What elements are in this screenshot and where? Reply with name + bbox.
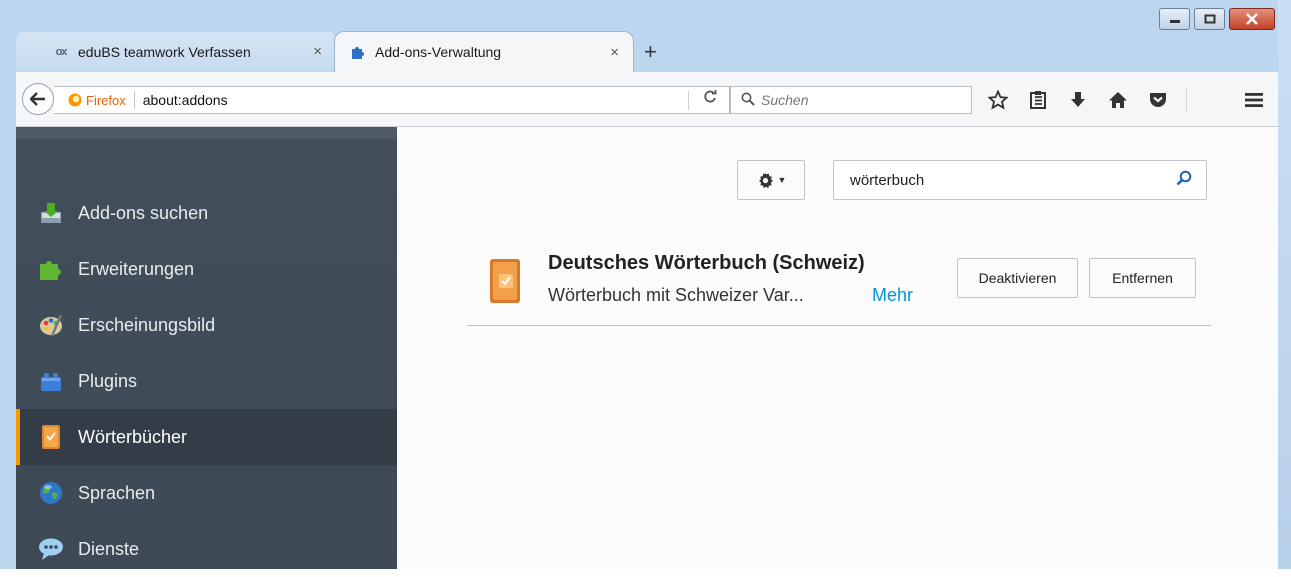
tools-menu-button[interactable]: ▼ <box>737 160 805 200</box>
search-input[interactable]: Suchen <box>730 86 972 114</box>
reload-button[interactable] <box>703 90 717 108</box>
identity-box[interactable]: Firefox <box>68 91 143 109</box>
sidebar-item-plugins[interactable]: Plugins <box>16 353 397 409</box>
identity-separator <box>133 91 135 109</box>
chat-bubble-icon <box>38 536 64 562</box>
sidebar-item-label: Wörterbücher <box>78 426 188 447</box>
dictionary-icon <box>38 424 64 450</box>
ox-logo-text: ox <box>55 45 68 58</box>
more-link[interactable]: Mehr <box>872 285 913 306</box>
get-addons-icon <box>38 200 64 226</box>
globe-icon <box>38 480 64 506</box>
reload-separator <box>688 91 689 110</box>
plugin-brick-icon <box>38 368 64 394</box>
sidebar-item-languages[interactable]: Sprachen <box>16 465 397 521</box>
toolbar-divider <box>1186 87 1187 113</box>
pocket-icon[interactable] <box>1138 86 1178 114</box>
maximize-icon <box>1204 14 1215 24</box>
puzzle-icon <box>349 43 367 61</box>
bookmark-star-icon[interactable] <box>978 86 1018 114</box>
disable-button[interactable]: Deaktivieren <box>957 258 1078 298</box>
sidebar-item-get-addons[interactable]: Add-ons suchen <box>16 185 397 241</box>
reading-list-icon[interactable] <box>1018 86 1058 114</box>
ox-logo-icon: ox <box>52 43 70 61</box>
close-icon <box>1246 13 1258 25</box>
category-sidebar: Add-ons suchen Erweiterungen Erscheinung… <box>16 127 397 569</box>
sidebar-item-label: Sprachen <box>78 482 156 503</box>
search-icon <box>741 92 755 109</box>
url-bar[interactable]: Firefox about:addons <box>54 86 730 114</box>
remove-button[interactable]: Entfernen <box>1089 258 1196 298</box>
sidebar-item-label: Erweiterungen <box>78 258 195 279</box>
sidebar-item-extensions[interactable]: Erweiterungen <box>16 241 397 297</box>
sidebar-item-label: Erscheinungsbild <box>78 314 216 335</box>
addon-list-item[interactable]: Deutsches Wörterbuch (Schweiz) Wörterbuc… <box>467 244 1211 326</box>
addon-name: Deutsches Wörterbuch (Schweiz) <box>548 252 865 274</box>
sidebar-item-label: Dienste <box>78 538 140 559</box>
download-icon[interactable] <box>1058 86 1098 114</box>
minimize-button[interactable] <box>1159 8 1190 30</box>
browser-window: ox eduBS teamwork Verfassen × Add-ons-Ve… <box>0 0 1291 569</box>
maximize-button[interactable] <box>1194 8 1225 30</box>
window-border <box>1278 0 1291 569</box>
home-icon[interactable] <box>1098 86 1138 114</box>
identity-label: Firefox <box>86 92 126 108</box>
palette-icon <box>38 312 64 338</box>
menu-button[interactable] <box>1240 86 1268 114</box>
sidebar-item-appearance[interactable]: Erscheinungsbild <box>16 297 397 353</box>
url-text: about:addons <box>142 92 228 108</box>
firefox-icon <box>68 93 82 107</box>
tab-close-button[interactable]: × <box>313 43 322 60</box>
addon-description: Wörterbuch mit Schweizer Var... <box>548 285 804 305</box>
dictionary-icon <box>489 258 521 304</box>
sidebar-item-label: Plugins <box>78 370 138 391</box>
tab-close-button[interactable]: × <box>610 44 619 61</box>
back-button[interactable] <box>22 83 54 115</box>
addons-manager-page: Add-ons suchen Erweiterungen Erscheinung… <box>16 127 1278 569</box>
reload-icon <box>704 90 717 103</box>
tab-label: eduBS teamwork Verfassen <box>78 43 251 60</box>
search-icon[interactable] <box>1176 170 1192 190</box>
addon-search-value: wörterbuch <box>850 171 925 189</box>
sidebar-header <box>16 127 397 139</box>
gear-icon <box>758 172 773 188</box>
close-window-button[interactable] <box>1229 8 1275 30</box>
puzzle-icon <box>38 256 64 282</box>
sidebar-item-dictionaries[interactable]: Wörterbücher <box>16 409 397 465</box>
navigation-toolbar: Firefox about:addons Suchen <box>16 72 1278 127</box>
search-placeholder: Suchen <box>761 92 809 108</box>
tab-addons-manager[interactable]: Add-ons-Verwaltung × <box>334 31 634 72</box>
window-controls <box>1159 8 1275 30</box>
minimize-icon <box>1169 20 1180 23</box>
addon-search-input[interactable]: wörterbuch <box>833 160 1207 200</box>
chevron-down-icon: ▼ <box>777 175 787 185</box>
back-arrow-icon <box>30 92 45 106</box>
tab-strip: ox eduBS teamwork Verfassen × Add-ons-Ve… <box>16 29 1278 72</box>
new-tab-button[interactable]: + <box>644 41 657 63</box>
tab-edubs[interactable]: ox eduBS teamwork Verfassen × <box>16 32 336 71</box>
hamburger-menu-icon <box>1245 93 1263 107</box>
sidebar-item-label: Add-ons suchen <box>78 202 209 223</box>
toolbar-icons <box>978 86 1187 114</box>
tab-label: Add-ons-Verwaltung <box>375 44 502 60</box>
